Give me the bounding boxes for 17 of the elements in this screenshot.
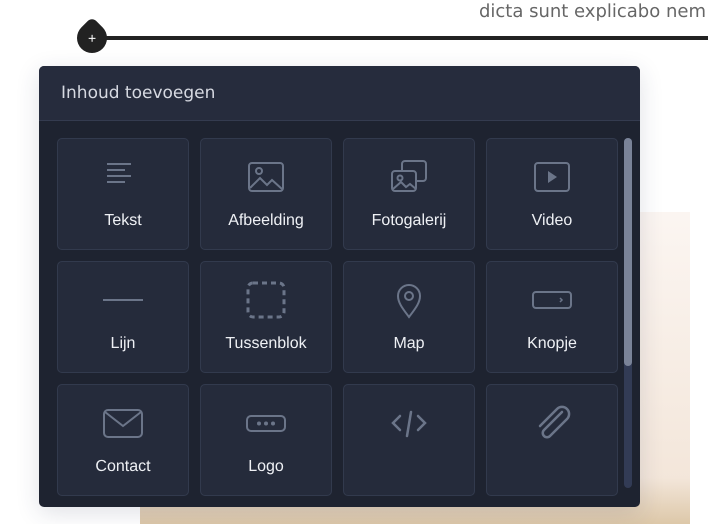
content-type-tile[interactable] [486, 384, 618, 496]
scrollbar-thumb[interactable] [624, 138, 632, 366]
content-type-tile[interactable] [343, 384, 475, 496]
content-type-tile[interactable]: Tekst [57, 138, 189, 250]
content-type-tile[interactable]: Contact [57, 384, 189, 496]
panel-title: Inhoud toevoegen [61, 83, 216, 103]
content-type-tile[interactable]: Tussenblok [200, 261, 332, 373]
content-type-tile[interactable]: Logo [200, 384, 332, 496]
content-type-tile[interactable]: Afbeelding [200, 138, 332, 250]
line-icon [103, 298, 143, 302]
content-type-tile[interactable]: Video [486, 138, 618, 250]
content-type-tile[interactable]: Map [343, 261, 475, 373]
content-type-tile[interactable]: Knopje [486, 261, 618, 373]
dashed-square-icon [246, 280, 286, 318]
content-type-tile[interactable]: Lijn [57, 261, 189, 373]
content-type-tile[interactable]: Fotogalerij [343, 138, 475, 250]
body-text: dicta sunt explicabo nem [478, 2, 706, 24]
